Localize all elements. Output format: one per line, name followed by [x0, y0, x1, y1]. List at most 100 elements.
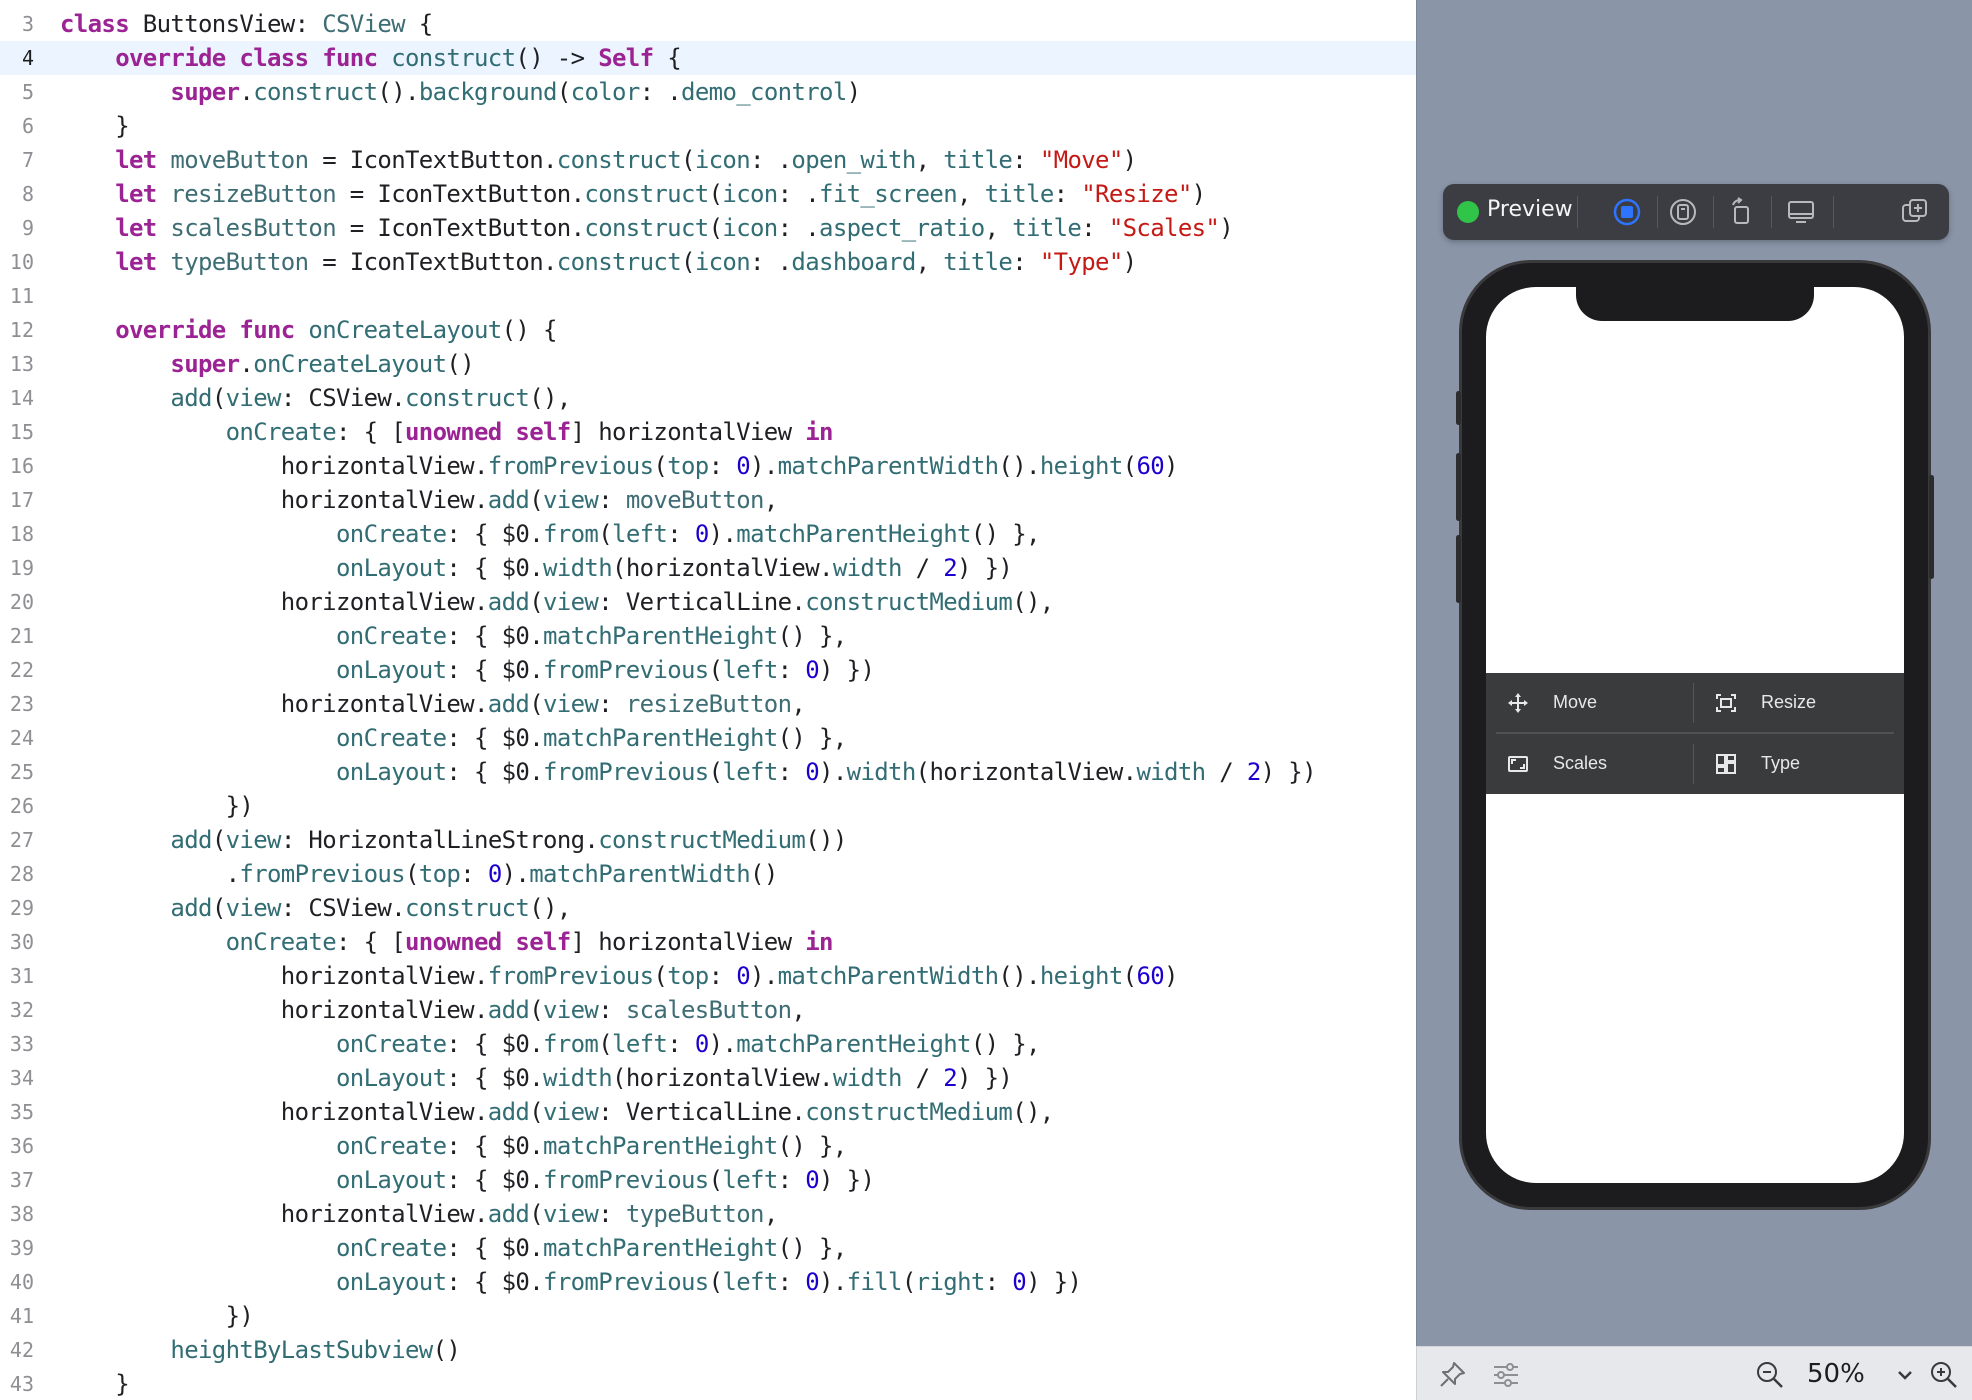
code-token: }): [60, 792, 254, 820]
code-text: horizontalView.add(view: typeButton,: [60, 1197, 778, 1231]
code-token: : { $0.: [446, 520, 544, 548]
code-line[interactable]: 21 onCreate: { $0.matchParentHeight() },: [0, 619, 1416, 653]
code-token: (: [598, 1030, 613, 1058]
code-line[interactable]: 25 onLayout: { $0.fromPrevious(left: 0).…: [0, 755, 1416, 789]
code-token: construct: [405, 894, 530, 922]
code-token: : { $0.: [446, 1030, 544, 1058]
chevron-down-icon[interactable]: [1893, 1363, 1917, 1387]
code-token: view: [543, 1200, 599, 1228]
duplicate-preview-icon[interactable]: [1899, 196, 1931, 228]
device-settings-icon[interactable]: [1785, 196, 1817, 228]
code-token: Self: [598, 44, 654, 72]
code-token: :: [598, 1200, 626, 1228]
code-line[interactable]: 12 override func onCreateLayout() {: [0, 313, 1416, 347]
code-line[interactable]: 30 onCreate: { [unowned self] horizontal…: [0, 925, 1416, 959]
code-line[interactable]: 36 onCreate: { $0.matchParentHeight() },: [0, 1129, 1416, 1163]
code-token: view: [543, 588, 599, 616]
code-editor[interactable]: 3 class ButtonsView: CSView {4 override c…: [0, 0, 1416, 1400]
line-number: 25: [9, 760, 34, 784]
code-text: let resizeButton = IconTextButton.constr…: [60, 177, 1206, 211]
code-token: horizontalView.: [60, 962, 489, 990]
code-line[interactable]: 37 onLayout: { $0.fromPrevious(left: 0) …: [0, 1163, 1416, 1197]
code-token: ,: [791, 996, 806, 1024]
line-number: 21: [9, 624, 34, 648]
code-line[interactable]: 14 add(view: CSView.construct(),: [0, 381, 1416, 415]
code-line[interactable]: 4 override class func construct() -> Sel…: [0, 41, 1416, 75]
code-token: icon: [694, 146, 751, 174]
code-line[interactable]: 27 add(view: HorizontalLineStrong.constr…: [0, 823, 1416, 857]
code-line[interactable]: 35 horizontalView.add(view: VerticalLine…: [0, 1095, 1416, 1129]
code-line[interactable]: 41 }): [0, 1299, 1416, 1333]
code-line[interactable]: 11: [0, 279, 1416, 313]
code-text: onCreate: { $0.matchParentHeight() },: [60, 1129, 847, 1163]
code-line[interactable]: 40 onLayout: { $0.fromPrevious(left: 0).…: [0, 1265, 1416, 1299]
type-button[interactable]: Type: [1694, 734, 1898, 794]
code-line[interactable]: 19 onLayout: { $0.width(horizontalView.w…: [0, 551, 1416, 585]
move-button[interactable]: Move: [1486, 673, 1690, 733]
code-line[interactable]: 16 horizontalView.fromPrevious(top: 0).m…: [0, 449, 1416, 483]
code-line[interactable]: 31 horizontalView.fromPrevious(top: 0).m…: [0, 959, 1416, 993]
rotate-device-icon[interactable]: [1725, 196, 1757, 228]
code-line[interactable]: 24 onCreate: { $0.matchParentHeight() },: [0, 721, 1416, 755]
code-token: width: [1136, 758, 1206, 786]
code-line[interactable]: 18 onCreate: { $0.from(left: 0).matchPar…: [0, 517, 1416, 551]
code-line[interactable]: 15 onCreate: { [unowned self] horizontal…: [0, 415, 1416, 449]
code-line[interactable]: 3 class ButtonsView: CSView {: [0, 7, 1416, 41]
buttons-view: Move Resize Scales Type: [1486, 673, 1904, 794]
code-token: title: [943, 248, 1013, 276]
pin-icon[interactable]: [1437, 1360, 1467, 1390]
zoom-in-icon[interactable]: [1929, 1360, 1959, 1390]
variants-icon[interactable]: [1667, 196, 1699, 228]
code-line[interactable]: 9 let scalesButton = IconTextButton.cons…: [0, 211, 1416, 245]
code-line[interactable]: 22 onLayout: { $0.fromPrevious(left: 0) …: [0, 653, 1416, 687]
preview-toolbar: Preview: [1443, 184, 1949, 240]
code-line[interactable]: 29 add(view: CSView.construct(),: [0, 891, 1416, 925]
line-number: 13: [9, 352, 34, 376]
code-line[interactable]: 26 }): [0, 789, 1416, 823]
live-mode-icon[interactable]: [1611, 196, 1643, 228]
code-line[interactable]: 17 horizontalView.add(view: moveButton,: [0, 483, 1416, 517]
zoom-level[interactable]: 50%: [1807, 1359, 1865, 1389]
code-text: }): [60, 789, 254, 823]
code-text: onLayout: { $0.fromPrevious(left: 0).wid…: [60, 755, 1317, 789]
code-line[interactable]: 32 horizontalView.add(view: scalesButton…: [0, 993, 1416, 1027]
code-line[interactable]: 5 super.construct().background(color: .d…: [0, 75, 1416, 109]
code-line[interactable]: 13 super.onCreateLayout(): [0, 347, 1416, 381]
code-text: add(view: HorizontalLineStrong.construct…: [60, 823, 847, 857]
code-token: onCreate: [336, 1132, 447, 1160]
code-token: .: [239, 350, 254, 378]
code-token: :: [667, 520, 695, 548]
code-token: = IconTextButton.: [336, 180, 585, 208]
code-token: :: [777, 656, 806, 684]
code-line[interactable]: 42 heightByLastSubview(): [0, 1333, 1416, 1367]
code-line[interactable]: 8 let resizeButton = IconTextButton.cons…: [0, 177, 1416, 211]
line-number: 20: [9, 590, 34, 614]
preview-title[interactable]: Preview: [1487, 197, 1573, 222]
resize-button[interactable]: Resize: [1694, 673, 1898, 733]
code-text: onLayout: { $0.fromPrevious(left: 0) }): [60, 653, 875, 687]
code-token: ) }): [957, 1064, 1013, 1092]
code-token: title: [984, 180, 1055, 208]
code-line[interactable]: 6 }: [0, 109, 1416, 143]
code-line[interactable]: 33 onCreate: { $0.from(left: 0).matchPar…: [0, 1027, 1416, 1061]
code-line[interactable]: 23 horizontalView.add(view: resizeButton…: [0, 687, 1416, 721]
adjustments-icon[interactable]: [1491, 1360, 1521, 1390]
code-line[interactable]: 34 onLayout: { $0.width(horizontalView.w…: [0, 1061, 1416, 1095]
code-line[interactable]: 38 horizontalView.add(view: typeButton,: [0, 1197, 1416, 1231]
preview-canvas[interactable]: Preview Move Resize Scales Type: [1416, 0, 1972, 1346]
code-line[interactable]: 28 .fromPrevious(top: 0).matchParentWidt…: [0, 857, 1416, 891]
code-token: ,: [763, 1200, 778, 1228]
code-token: () },: [777, 622, 848, 650]
code-line[interactable]: 20 horizontalView.add(view: VerticalLine…: [0, 585, 1416, 619]
scales-button[interactable]: Scales: [1486, 734, 1690, 794]
code-line[interactable]: 39 onCreate: { $0.matchParentHeight() },: [0, 1231, 1416, 1265]
zoom-out-icon[interactable]: [1755, 1360, 1785, 1390]
code-line[interactable]: 7 let moveButton = IconTextButton.constr…: [0, 143, 1416, 177]
code-token: onLayout: [336, 554, 447, 582]
code-token: icon: [722, 214, 778, 242]
code-token: }: [60, 1370, 129, 1398]
code-line[interactable]: 43 }: [0, 1367, 1416, 1400]
code-token: :: [984, 1268, 1013, 1296]
code-line[interactable]: 10 let typeButton = IconTextButton.const…: [0, 245, 1416, 279]
device-screen: Move Resize Scales Type: [1486, 287, 1904, 1183]
